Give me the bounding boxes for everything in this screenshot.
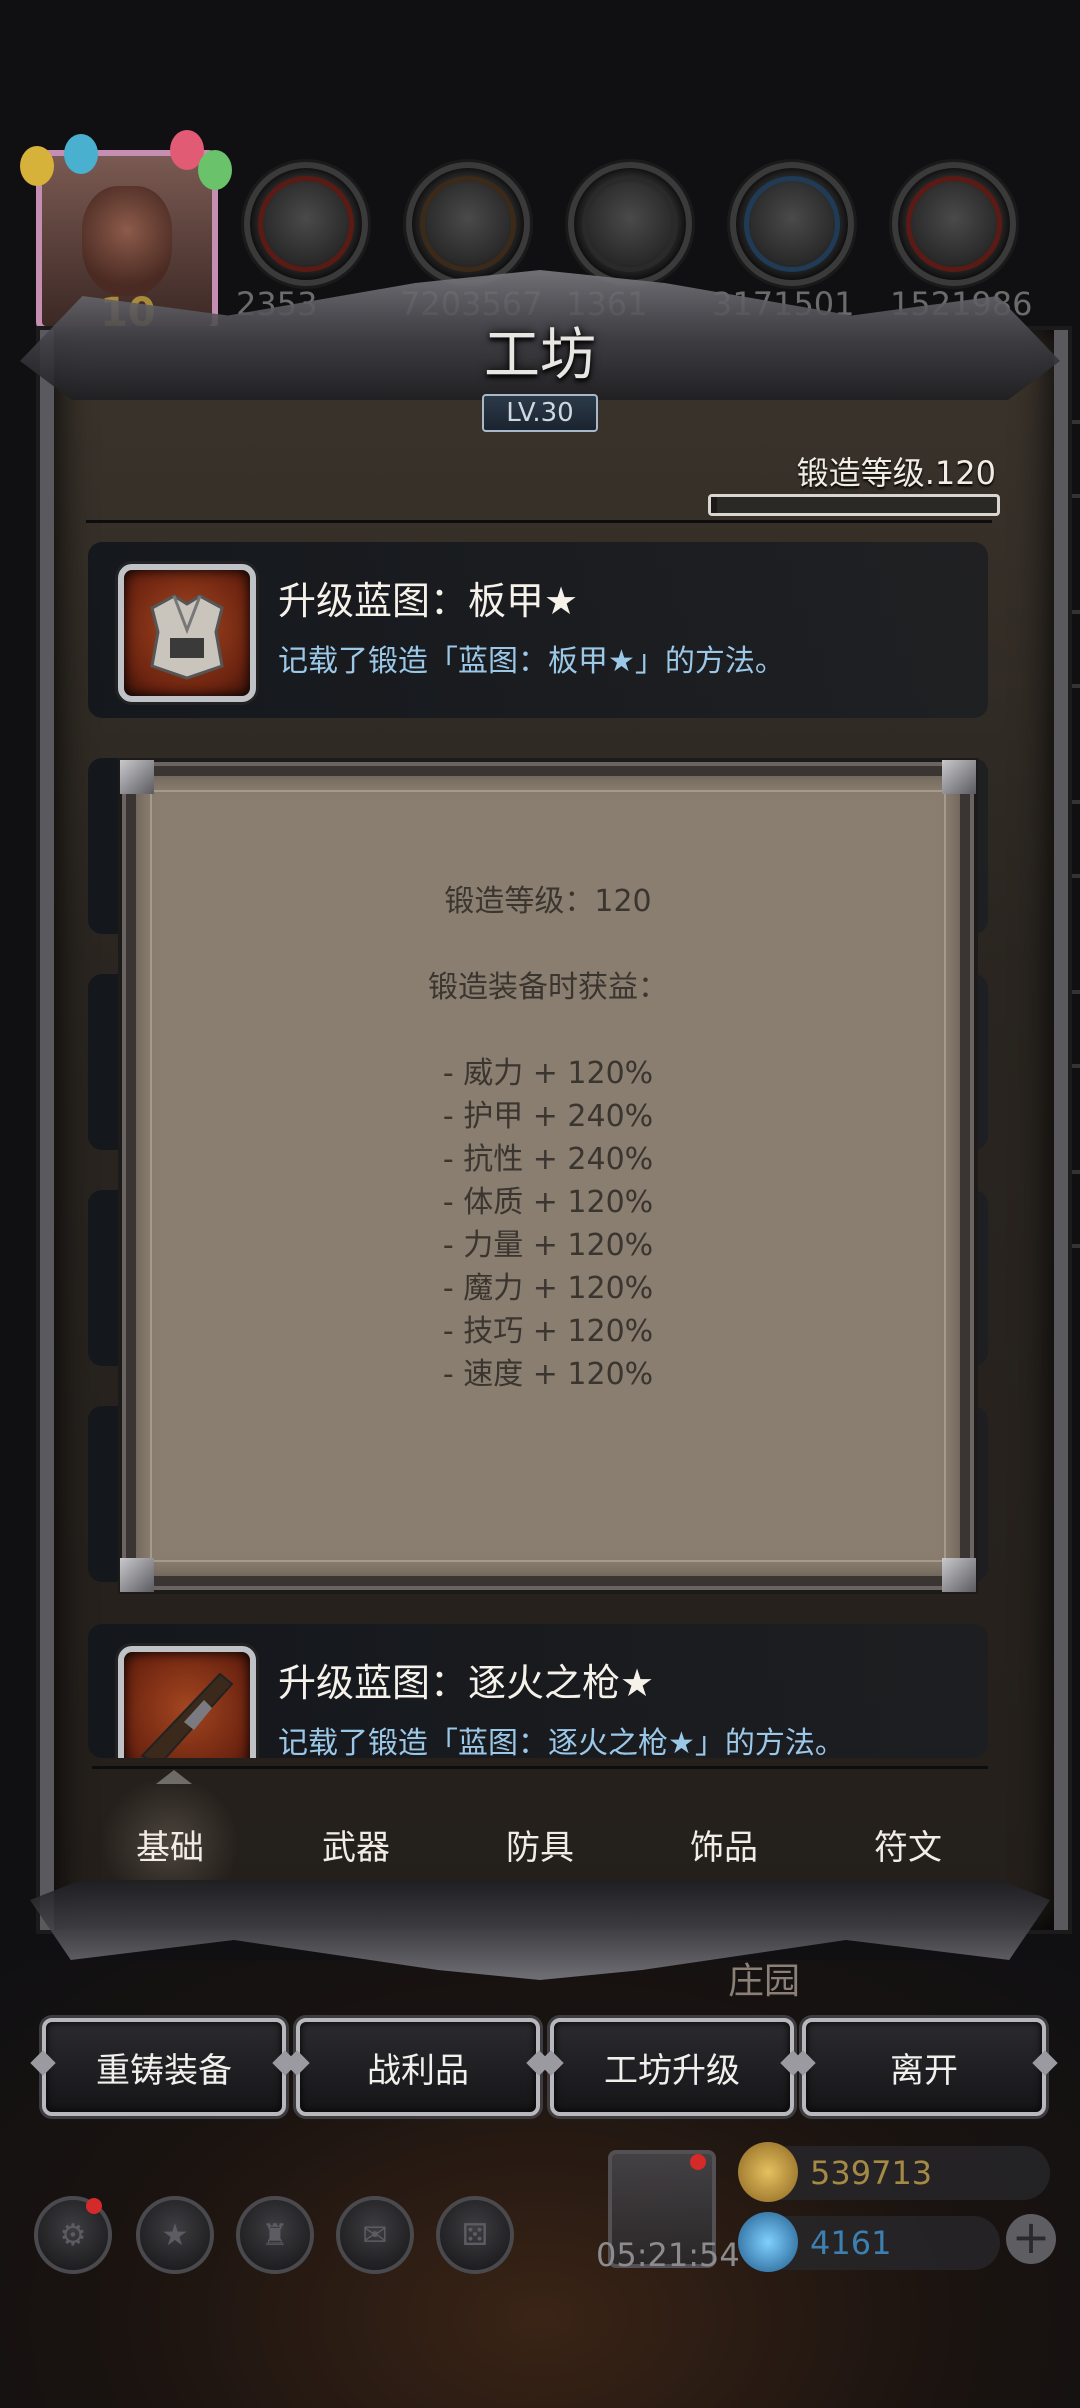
blueprint-item[interactable]: 升级蓝图：逐火之枪★ 记载了锻造「蓝图：逐火之枪★」的方法。 (88, 1624, 988, 1758)
meat-icon[interactable] (244, 162, 368, 286)
achievement-icon[interactable]: ★ (136, 2196, 214, 2274)
add-currency-button[interactable]: + (1006, 2214, 1056, 2264)
item-description: 记载了锻造「蓝图：逐火之枪★」的方法。 (278, 1726, 845, 1758)
forge-level-label: 锻造等级.120 (796, 454, 996, 492)
bonus-power: - 威力 + 120% (442, 1056, 654, 1091)
bonus-strength: - 力量 + 120% (442, 1228, 654, 1263)
tab-armor[interactable]: 防具 (450, 1820, 630, 1869)
player-portrait (82, 186, 172, 296)
popup-forge-level: 锻造等级：120 (444, 884, 652, 919)
mail-icon[interactable]: ✉ (336, 2196, 414, 2274)
item-title: 升级蓝图：板甲★ (278, 579, 579, 623)
tab-weapons[interactable]: 武器 (266, 1820, 446, 1869)
bonus-armor: - 护甲 + 240% (442, 1099, 654, 1134)
popup-corner (942, 1558, 976, 1592)
popup-corner (120, 760, 154, 794)
forge-info-popup[interactable]: 锻造等级：120 锻造装备时获益： - 威力 + 120% - 护甲 + 240… (120, 760, 976, 1592)
notification-dot (86, 2198, 102, 2214)
blueprint-item[interactable]: 升级蓝图：板甲★ 记载了锻造「蓝图：板甲★」的方法。 (88, 542, 988, 718)
gold-display[interactable]: 539713 (738, 2142, 1050, 2202)
gem-amount: 4161 (810, 2224, 892, 2262)
popup-corner (120, 1558, 154, 1592)
item-title: 升级蓝图：逐火之枪★ (278, 1661, 655, 1705)
gold-icon (738, 2142, 798, 2202)
musket-icon (118, 1646, 256, 1758)
panel-title: 工坊 (484, 323, 596, 388)
workshop-upgrade-button[interactable]: 工坊升级 (550, 2018, 794, 2116)
crystal-icon[interactable] (730, 162, 854, 286)
forge-progress-bar (708, 494, 1000, 516)
dice-icon[interactable]: ⚄ (436, 2196, 514, 2274)
item-description: 记载了锻造「蓝图：板甲★」的方法。 (278, 644, 785, 679)
gem-icon (738, 2212, 798, 2272)
stone-icon[interactable] (892, 162, 1016, 286)
popup-corner (942, 760, 976, 794)
bonus-skill: - 技巧 + 120% (442, 1314, 654, 1349)
tab-accessories[interactable]: 饰品 (634, 1820, 814, 1869)
bonus-magic: - 魔力 + 120% (442, 1271, 654, 1306)
reforge-button[interactable]: 重铸装备 (42, 2018, 286, 2116)
wood-icon[interactable] (406, 162, 530, 286)
gift-timer: 05:21:54 (596, 2236, 740, 2274)
balloon-decoration (20, 130, 232, 200)
gift-notification-dot (690, 2154, 706, 2170)
plate-armor-icon (118, 564, 256, 702)
castle-icon[interactable]: ♜ (236, 2196, 314, 2274)
tab-runes[interactable]: 符文 (818, 1820, 998, 1869)
bonus-speed: - 速度 + 120% (442, 1357, 654, 1392)
background-location-label: 庄园 (728, 1961, 801, 2002)
iron-icon[interactable] (568, 162, 692, 286)
tab-divider (92, 1766, 988, 1769)
popup-bonus-heading: 锻造装备时获益： (428, 970, 668, 1005)
forge-progress-fill (711, 497, 717, 513)
bonus-constitution: - 体质 + 120% (442, 1185, 654, 1220)
gem-display[interactable]: 4161 (738, 2212, 1000, 2272)
gold-amount: 539713 (810, 2154, 933, 2192)
bonus-resistance: - 抗性 + 240% (442, 1142, 654, 1177)
leave-button[interactable]: 离开 (802, 2018, 1046, 2116)
header-divider (86, 520, 992, 523)
workshop-level-badge: LV.30 (482, 394, 598, 432)
loot-button[interactable]: 战利品 (296, 2018, 540, 2116)
tab-basic[interactable]: 基础 (80, 1820, 260, 1869)
